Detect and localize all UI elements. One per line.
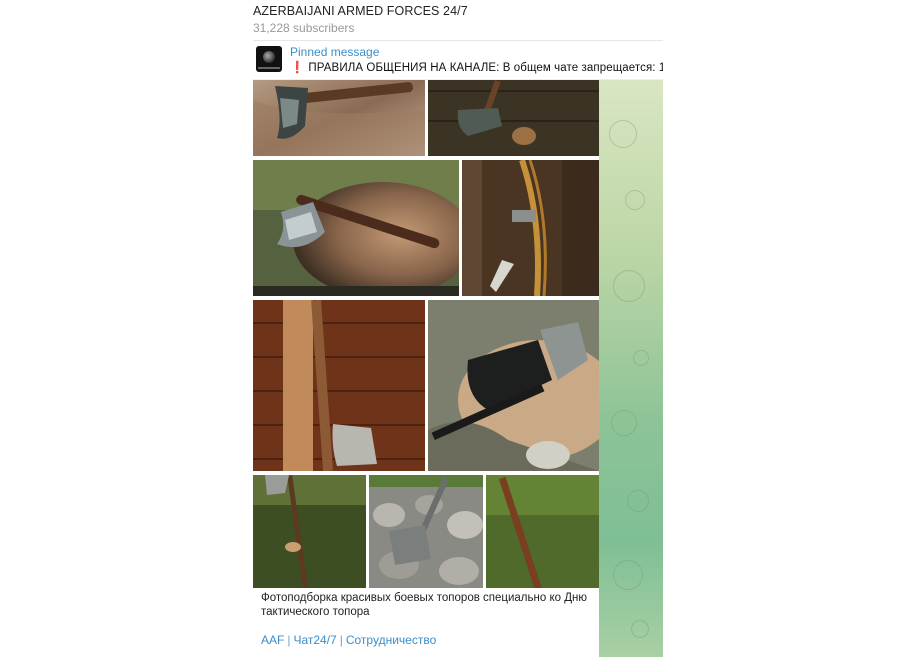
photo-axe-in-grass[interactable] [253, 475, 366, 588]
pinned-message-text: ❗ ПРАВИЛА ОБЩЕНИЯ НА КАНАЛЕ: В общем чате… [290, 60, 663, 74]
post-links: AAF | Чат24/7 | Сотрудничество [261, 633, 436, 647]
channel-header[interactable]: AZERBAIJANI ARMED FORCES 24/7 31,228 sub… [253, 0, 663, 40]
pinned-message-bar[interactable]: Pinned message ❗ ПРАВИЛА ОБЩЕНИЯ НА КАНАЛ… [253, 41, 663, 79]
photo-axe-on-fur[interactable] [253, 80, 425, 156]
post-caption: Фотоподборка красивых боевых топоров спе… [261, 592, 587, 618]
link-cooperation[interactable]: Сотрудничество [346, 633, 436, 647]
photo-black-tomahawk-on-rock[interactable] [428, 300, 599, 471]
link-separator: | [339, 633, 343, 647]
subscriber-count: 31,228 subscribers [253, 21, 355, 35]
exclamation-icon: ❗ [290, 62, 305, 74]
link-separator: | [287, 633, 291, 647]
photo-axe-on-wood[interactable] [428, 80, 599, 156]
photo-tomahawk-on-stones[interactable] [369, 475, 483, 588]
link-chat247[interactable]: Чат24/7 [293, 633, 336, 647]
photo-axe-on-bear-fur[interactable] [253, 160, 459, 296]
link-aaf[interactable]: AAF [261, 633, 284, 647]
photo-axe-on-moss[interactable] [486, 475, 599, 588]
photo-axe-on-tree[interactable] [462, 160, 599, 296]
photo-long-axe-wooden-wall[interactable] [253, 300, 425, 471]
telegram-channel-view: AZERBAIJANI ARMED FORCES 24/7 31,228 sub… [253, 0, 663, 657]
camera-lens-logo-icon [256, 46, 282, 72]
channel-title[interactable]: AZERBAIJANI ARMED FORCES 24/7 [253, 4, 468, 18]
pinned-message-label: Pinned message [290, 45, 380, 59]
pinned-message-preview: ПРАВИЛА ОБЩЕНИЯ НА КАНАЛЕ: В общем чате … [308, 62, 663, 74]
channel-post: Фотоподборка красивых боевых топоров спе… [253, 80, 599, 657]
